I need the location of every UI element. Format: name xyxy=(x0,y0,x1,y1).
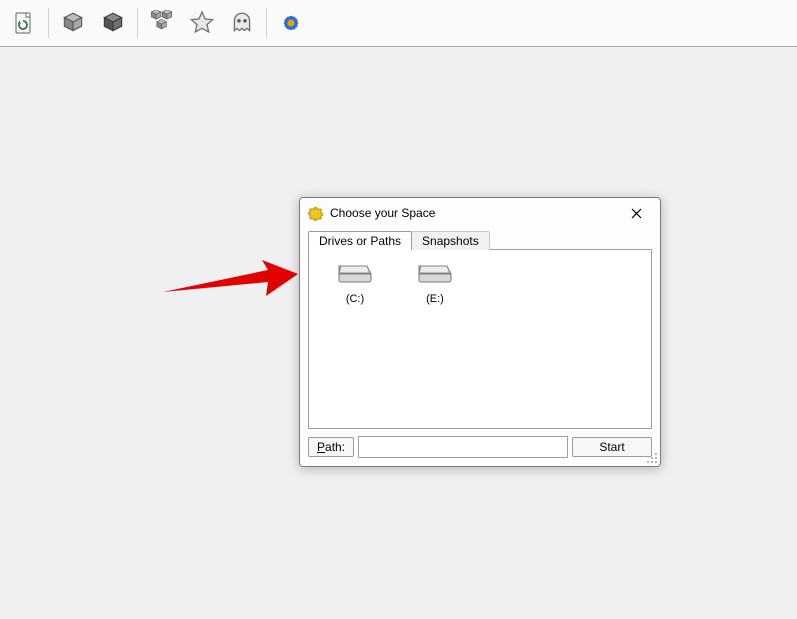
dialog-title: Choose your Space xyxy=(330,206,618,220)
resize-grip-icon[interactable] xyxy=(646,452,658,464)
refresh-page-icon xyxy=(12,11,36,35)
dialog-titlebar: Choose your Space xyxy=(300,198,660,228)
toolbar-separator xyxy=(266,8,267,38)
drive-label: (E:) xyxy=(399,293,471,305)
cube-dark-icon xyxy=(100,10,126,36)
flower-button[interactable] xyxy=(273,5,309,41)
close-icon xyxy=(631,208,642,219)
path-input[interactable] xyxy=(358,436,568,458)
tab-drives-or-paths[interactable]: Drives or Paths xyxy=(308,231,412,250)
puzzle-icon xyxy=(308,205,324,221)
hard-drive-icon xyxy=(335,260,375,286)
ghost-button[interactable] xyxy=(224,5,260,41)
tab-snapshots[interactable]: Snapshots xyxy=(411,231,490,250)
cubes-icon xyxy=(149,10,175,36)
toolbar xyxy=(0,0,797,47)
tab-strip: Drives or Paths Snapshots xyxy=(300,228,660,250)
cube-icon xyxy=(60,10,86,36)
drive-item-c[interactable]: (C:) xyxy=(319,260,391,305)
drive-label: (C:) xyxy=(319,293,391,305)
hard-drive-icon xyxy=(415,260,455,286)
cubes-button[interactable] xyxy=(144,5,180,41)
drive-item-e[interactable]: (E:) xyxy=(399,260,471,305)
start-button[interactable]: Start xyxy=(572,437,652,457)
choose-space-dialog: Choose your Space Drives or Paths Snapsh… xyxy=(299,197,661,467)
ghost-icon xyxy=(229,10,255,36)
dialog-footer: Path: Start xyxy=(300,436,660,466)
toolbar-separator xyxy=(48,8,49,38)
refresh-button[interactable] xyxy=(6,5,42,41)
star-icon xyxy=(189,10,215,36)
cube-button[interactable] xyxy=(55,5,91,41)
close-button[interactable] xyxy=(618,201,654,225)
star-button[interactable] xyxy=(184,5,220,41)
flower-icon xyxy=(278,10,304,36)
drives-panel: (C:) (E:) xyxy=(308,249,652,429)
path-button[interactable]: Path: xyxy=(308,437,354,457)
toolbar-separator xyxy=(137,8,138,38)
red-arrow-annotation xyxy=(158,254,298,302)
cube-dark-button[interactable] xyxy=(95,5,131,41)
